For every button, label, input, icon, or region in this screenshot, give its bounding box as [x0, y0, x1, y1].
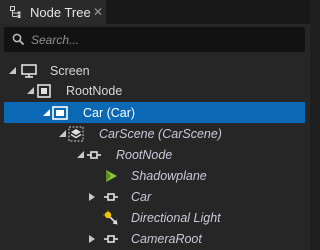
expand-arrow-icon[interactable] [42, 109, 50, 117]
expand-arrow-icon[interactable] [76, 151, 84, 159]
close-icon[interactable]: ✕ [92, 5, 104, 19]
viewport-node-icon [52, 105, 68, 121]
directional-light-icon [103, 210, 119, 226]
tree-item-camera-root[interactable]: CameraRoot [0, 228, 310, 249]
tab-title: Node Tree [30, 4, 91, 20]
mesh-icon [103, 168, 119, 184]
tree-item-label: Shadowplane [131, 168, 207, 183]
tree-item-label: RootNode [66, 83, 123, 98]
search-icon [12, 33, 25, 46]
tree-item-directional-light[interactable]: Directional Light [0, 207, 310, 228]
tree-item-label: Directional Light [131, 210, 221, 225]
node-tree-icon [9, 5, 23, 19]
tree-item-root-node[interactable]: RootNode [0, 80, 310, 101]
tree-item-label: RootNode [116, 147, 173, 162]
node-3d-icon [86, 147, 102, 163]
node-3d-icon [103, 189, 119, 205]
tree-item-label: CarScene (CarScene) [99, 126, 222, 141]
tab-node-tree[interactable]: Node Tree [0, 0, 106, 24]
tree-item-shadowplane[interactable]: Shadowplane [0, 165, 310, 186]
collapse-arrow-icon[interactable] [88, 192, 96, 201]
scene-layers-icon [68, 126, 84, 142]
expand-arrow-icon[interactable] [58, 130, 66, 138]
tree-item-label: Car (Car) [83, 105, 136, 120]
node-3d-icon [103, 231, 119, 247]
collapse-arrow-icon[interactable] [88, 234, 96, 243]
tree-item-screen[interactable]: Screen [0, 60, 310, 81]
square-node-icon [36, 83, 52, 99]
search-box[interactable] [4, 27, 305, 52]
tree-item-label: CameraRoot [131, 231, 202, 246]
expand-arrow-icon[interactable] [26, 87, 34, 95]
tab-bar: Node Tree ✕ [0, 0, 310, 24]
tree-item-car-selected[interactable]: Car (Car) [4, 102, 305, 123]
node-tree-panel: Screen RootNode [0, 24, 310, 250]
tree-item-car-scene[interactable]: CarScene (CarScene) [0, 123, 310, 144]
monitor-icon [21, 63, 37, 79]
tree-item-label: Car [131, 189, 152, 204]
tree-item-scene-root-node[interactable]: RootNode [0, 144, 310, 165]
tree-item-car[interactable]: Car [0, 186, 310, 207]
search-input[interactable] [31, 32, 291, 47]
expand-arrow-icon[interactable] [8, 67, 16, 75]
tree-item-label: Screen [50, 63, 90, 78]
